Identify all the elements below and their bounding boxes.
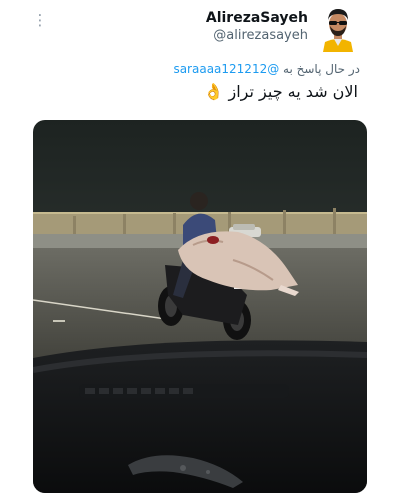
tweet-text-body: الان شد یه چیز تراز (228, 82, 359, 101)
photo-motorcycle-night-road (33, 120, 367, 493)
reply-mention-link[interactable]: @saraaaa121212 (173, 62, 279, 76)
author-name[interactable]: AlirezaSayeh (206, 10, 308, 26)
reply-prefix: در حال پاسخ به (283, 62, 360, 76)
avatar-image (319, 6, 357, 52)
tweet-media-photo[interactable] (33, 120, 367, 493)
avatar[interactable] (319, 6, 357, 52)
author-handle[interactable]: @alirezasayeh (213, 28, 308, 43)
ok-hand-emoji: 👌 (203, 82, 224, 101)
reply-context: در حال پاسخ به @saraaaa121212 (173, 62, 360, 76)
more-options-icon[interactable]: ⋮ (30, 10, 50, 30)
tweet-text: الان شد یه چیز تراز 👌 (203, 82, 358, 101)
